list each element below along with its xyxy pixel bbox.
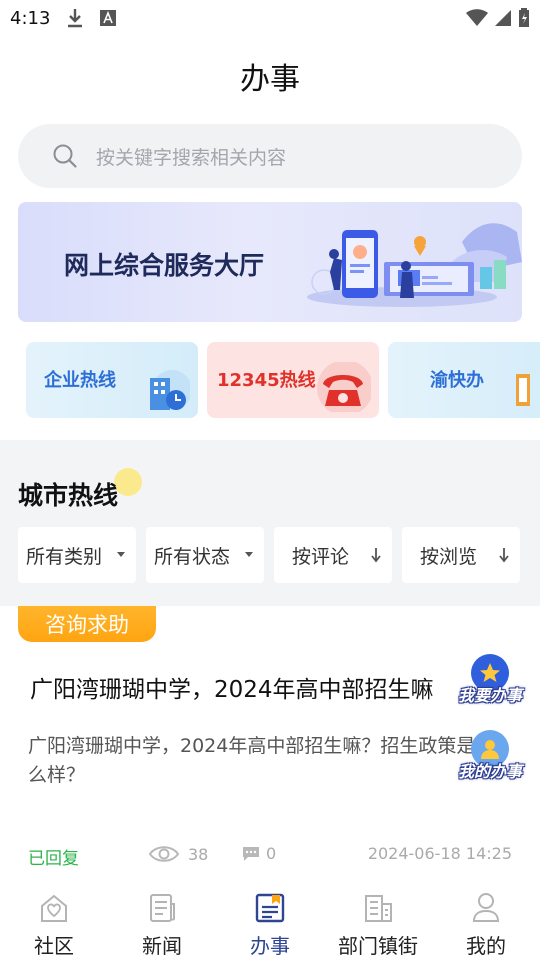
department-building-icon <box>365 895 392 922</box>
search-icon <box>53 144 77 168</box>
yukuaiban-card[interactable]: 渝快办 <box>388 342 540 418</box>
view-count: 38 <box>148 844 208 864</box>
decorative-yellow-dot <box>114 468 142 496</box>
banner-title: 网上综合服务大厅 <box>64 251 265 280</box>
tab-community[interactable]: 社区 <box>0 884 108 960</box>
tab-affairs[interactable]: 办事 <box>216 884 324 960</box>
category-filter[interactable]: 所有类别 <box>18 527 136 583</box>
post-time: 2024-06-18 14:25 <box>367 844 512 863</box>
my-affairs-fab[interactable]: 我的办事 <box>450 730 530 782</box>
download-icon <box>68 9 83 28</box>
apply-affairs-fab[interactable]: 我要办事 <box>450 654 530 706</box>
yukuaiban-icon <box>516 374 530 406</box>
sort-down-arrow-icon <box>499 548 509 563</box>
comment-count-value: 0 <box>266 844 277 863</box>
status-filter-label: 所有状态 <box>154 545 231 568</box>
post-meta: 已回复 38 0 2024-06-18 14:25 <box>28 844 512 869</box>
dropdown-triangle-icon <box>117 552 125 557</box>
banner-illustration <box>307 223 522 307</box>
view-count-value: 38 <box>188 844 209 864</box>
tab-news[interactable]: 新闻 <box>108 884 216 960</box>
status-time: 4:13 <box>10 7 51 29</box>
keyboard-a-icon <box>100 10 117 26</box>
status-bar: 4:13 <box>0 0 540 36</box>
user-icon <box>472 893 500 922</box>
news-icon <box>150 894 175 922</box>
tab-affairs-label: 办事 <box>250 934 290 958</box>
category-tag: 咨询求助 <box>18 606 156 642</box>
tab-departments[interactable]: 部门镇街 <box>324 884 432 960</box>
hotline-12345-label: 12345热线 <box>217 370 316 391</box>
post-body: 广阳湾珊瑚中学，2024年高中部招生嘛？招生政策是怎么样？ <box>28 735 495 786</box>
eye-icon <box>148 846 180 862</box>
category-filter-label: 所有类别 <box>26 545 103 568</box>
wifi-icon <box>466 9 488 26</box>
dropdown-triangle-icon <box>245 552 253 557</box>
community-house-icon <box>41 894 67 922</box>
sort-comments-label: 按评论 <box>292 545 350 568</box>
sort-views-label: 按浏览 <box>420 545 478 568</box>
tab-community-label: 社区 <box>34 934 74 958</box>
sort-down-arrow-icon <box>371 548 381 563</box>
comment-count: 0 <box>242 844 276 863</box>
hotline-12345-card[interactable]: 12345热线 <box>207 342 379 418</box>
service-hall-banner[interactable]: 网上综合服务大厅 <box>18 202 522 322</box>
status-filter[interactable]: 所有状态 <box>146 527 264 583</box>
apply-affairs-label: 我要办事 <box>457 686 522 705</box>
battery-icon <box>519 8 529 27</box>
tab-departments-label: 部门镇街 <box>338 934 418 958</box>
hotline-cards: 企业热线 12345热线 渝快办 <box>26 342 540 418</box>
affairs-icon <box>255 893 285 923</box>
sort-by-views[interactable]: 按浏览 <box>402 527 520 583</box>
section-title: 城市热线 <box>18 481 119 510</box>
telephone-icon <box>317 362 371 412</box>
sort-by-comments[interactable]: 按评论 <box>274 527 392 583</box>
page-title: 办事 <box>240 62 300 97</box>
yukuaiban-label: 渝快办 <box>430 370 484 391</box>
tab-news-label: 新闻 <box>142 934 182 958</box>
bottom-tab-bar: 社区 新闻 办事 部门镇街 我的 <box>0 884 540 960</box>
filter-bar: 所有类别 所有状态 按评论 按浏览 <box>18 527 520 583</box>
post-title: 广阳湾珊瑚中学，2024年高中部招生嘛 <box>30 677 434 703</box>
tab-mine-label: 我的 <box>466 934 506 958</box>
building-clock-icon <box>150 370 190 410</box>
search-bar[interactable]: 按关键字搜索相关内容 <box>18 124 522 188</box>
my-affairs-label: 我的办事 <box>457 762 522 781</box>
enterprise-hotline-label: 企业热线 <box>44 370 116 391</box>
comment-icon <box>243 846 259 861</box>
tab-mine[interactable]: 我的 <box>432 884 540 960</box>
enterprise-hotline-card[interactable]: 企业热线 <box>26 342 198 418</box>
signal-icon <box>495 10 511 26</box>
search-placeholder: 按关键字搜索相关内容 <box>96 146 287 169</box>
reply-status: 已回复 <box>28 849 79 869</box>
